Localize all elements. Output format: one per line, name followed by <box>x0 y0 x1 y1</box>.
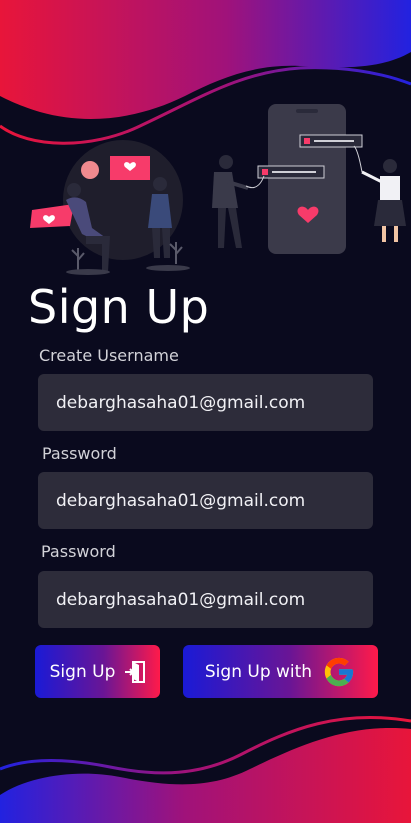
username-label: Create Username <box>39 346 179 365</box>
google-signup-label: Sign Up with <box>204 661 313 682</box>
username-input[interactable]: debarghasaha01@gmail.com <box>38 374 373 431</box>
confirm-password-label: Password <box>41 542 116 561</box>
person-woman <box>361 159 406 242</box>
social-chat-illustration <box>30 104 406 275</box>
password-label: Password <box>42 444 117 463</box>
google-signup-button[interactable]: Sign Up with <box>183 645 378 698</box>
password-input[interactable]: debarghasaha01@gmail.com <box>38 472 373 529</box>
plant-left <box>71 248 85 270</box>
phone-illustration <box>268 104 346 254</box>
plant-right <box>169 242 183 264</box>
person-pointing <box>212 155 249 248</box>
message-card-upper <box>299 134 363 148</box>
signup-button[interactable]: Sign Up <box>35 645 160 698</box>
dot-decoration <box>81 161 99 179</box>
bottom-wave-decoration <box>0 715 411 823</box>
signup-button-label: Sign Up <box>49 661 116 682</box>
door-enter-icon <box>125 660 146 683</box>
message-card-lower <box>257 165 325 179</box>
heart-bubble-center <box>110 156 150 180</box>
page-title: Sign Up <box>28 280 210 334</box>
signup-screen: Sign Up Create Username debarghasaha01@g… <box>0 0 411 823</box>
heart-bubble-left <box>30 204 74 228</box>
confirm-password-input[interactable]: debarghasaha01@gmail.com <box>38 571 373 628</box>
google-logo-icon <box>324 657 354 686</box>
